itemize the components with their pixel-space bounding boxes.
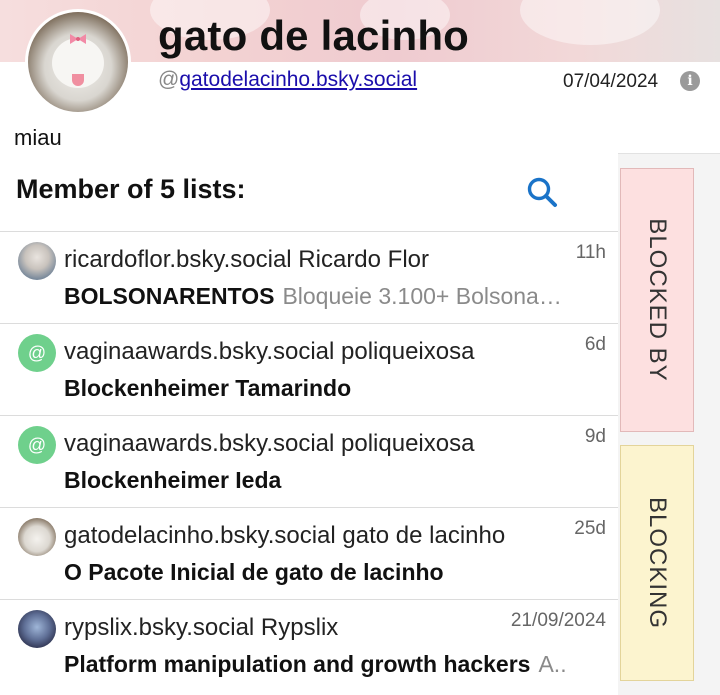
list-name: Platform manipulation and growth hackers	[64, 651, 531, 677]
list-owner: vaginaawards.bsky.social poliqueixosa	[64, 430, 475, 457]
at-icon: @	[18, 426, 56, 464]
avatar	[18, 610, 56, 648]
list-title-line: Blockenheimer Tamarindo	[64, 375, 609, 402]
profile-avatar[interactable]	[28, 12, 128, 112]
profile-display-name: gato de lacinho	[158, 12, 470, 59]
info-icon[interactable]: i	[680, 71, 700, 91]
bow-icon	[70, 34, 86, 44]
list-name: Blockenheimer Tamarindo	[64, 375, 352, 401]
lists-section-title: Member of 5 lists:	[16, 174, 246, 204]
list-item[interactable]: rypslix.bsky.social Rypslix 21/09/2024 P…	[0, 600, 618, 691]
list-description: A..	[538, 651, 567, 677]
list-owner: ricardoflor.bsky.social Ricardo Flor	[64, 246, 430, 273]
avatar	[18, 242, 56, 280]
profile-handle-link[interactable]: gatodelacinho.bsky.social	[179, 68, 417, 91]
list-time: 6d	[584, 334, 606, 355]
list-name: O Pacote Inicial de gato de lacinho	[64, 559, 444, 585]
profile-date: 07/04/2024	[563, 71, 659, 92]
list-title-line: Platform manipulation and growth hackers…	[64, 651, 609, 678]
list-title-line: O Pacote Inicial de gato de lacinho	[64, 559, 609, 586]
list-item[interactable]: gatodelacinho.bsky.social gato de lacinh…	[0, 508, 618, 600]
list-item[interactable]: @ vaginaawards.bsky.social poliqueixosa …	[0, 324, 618, 416]
list-time: 11h	[575, 242, 606, 263]
list-time: 9d	[584, 426, 606, 447]
tab-blocking[interactable]: BLOCKING	[620, 445, 694, 681]
list-title-line: Blockenheimer Ieda	[64, 467, 609, 494]
list-title-line: BOLSONARENTOS Bloqueie 3.100+ Bolsona…	[64, 283, 609, 310]
list-owner: rypslix.bsky.social Rypslix	[64, 614, 339, 641]
list-owner: vaginaawards.bsky.social poliqueixosa	[64, 338, 475, 365]
list-name: BOLSONARENTOS	[64, 283, 275, 309]
list-owner: gatodelacinho.bsky.social gato de lacinh…	[64, 522, 506, 549]
search-icon[interactable]	[525, 175, 559, 209]
tab-blocking-label: BLOCKING	[644, 496, 671, 630]
tab-blocked-by[interactable]: BLOCKED BY	[620, 168, 694, 432]
tab-blocked-by-label: BLOCKED BY	[644, 218, 671, 382]
list-description: Bloqueie 3.100+ Bolsona…	[282, 283, 562, 309]
list-time: 21/09/2024	[510, 610, 606, 631]
list-time: 25d	[574, 518, 606, 539]
lists-container: ricardoflor.bsky.social Ricardo Flor 11h…	[0, 232, 618, 691]
list-name: Blockenheimer Ieda	[64, 467, 282, 493]
profile-bio: miau	[14, 125, 62, 150]
list-item[interactable]: @ vaginaawards.bsky.social poliqueixosa …	[0, 416, 618, 508]
profile-handle: @gatodelacinho.bsky.social	[158, 68, 417, 92]
at-icon: @	[18, 334, 56, 372]
handle-prefix: @	[158, 68, 180, 91]
avatar	[18, 518, 56, 556]
list-item[interactable]: ricardoflor.bsky.social Ricardo Flor 11h…	[0, 232, 618, 324]
